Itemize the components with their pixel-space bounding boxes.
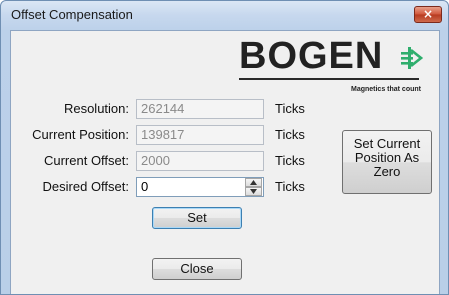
arrow-down-icon bbox=[250, 189, 257, 194]
current-position-field: 139817 bbox=[136, 125, 264, 145]
resolution-label: Resolution: bbox=[63, 101, 129, 116]
current-offset-label: Current Offset: bbox=[43, 153, 129, 168]
bogen-logo-mark-icon bbox=[401, 47, 423, 69]
logo-underline bbox=[239, 78, 419, 80]
close-button[interactable]: Close bbox=[152, 258, 242, 280]
window-title: Offset Compensation bbox=[11, 7, 133, 22]
desired-offset-label: Desired Offset: bbox=[42, 179, 129, 194]
set-current-position-as-zero-button[interactable]: Set Current Position As Zero bbox=[342, 130, 432, 194]
bogen-logo: BOGEN Magnetics that count bbox=[239, 36, 429, 96]
desired-offset-unit: Ticks bbox=[275, 179, 305, 194]
resolution-field: 262144 bbox=[136, 99, 264, 119]
desired-offset-stepper[interactable] bbox=[245, 178, 262, 196]
resolution-unit: Ticks bbox=[275, 101, 305, 116]
current-offset-unit: Ticks bbox=[275, 153, 305, 168]
current-position-unit: Ticks bbox=[275, 127, 305, 142]
close-icon: × bbox=[422, 7, 434, 21]
title-bar[interactable]: Offset Compensation × bbox=[1, 1, 448, 29]
current-offset-field: 2000 bbox=[136, 151, 264, 171]
window-close-button[interactable]: × bbox=[414, 6, 442, 23]
current-position-label: Current Position: bbox=[32, 127, 129, 142]
dialog-client-area: BOGEN Magnetics that count Resolution: 2… bbox=[10, 30, 440, 294]
stepper-up-button[interactable] bbox=[245, 178, 262, 187]
offset-compensation-window: Offset Compensation × BOGEN Magnetics th… bbox=[0, 0, 449, 295]
set-button[interactable]: Set bbox=[152, 207, 242, 229]
logo-brand-text: BOGEN bbox=[239, 35, 384, 77]
stepper-down-button[interactable] bbox=[245, 187, 262, 196]
logo-tagline: Magnetics that count bbox=[350, 86, 421, 93]
arrow-up-icon bbox=[250, 180, 257, 185]
